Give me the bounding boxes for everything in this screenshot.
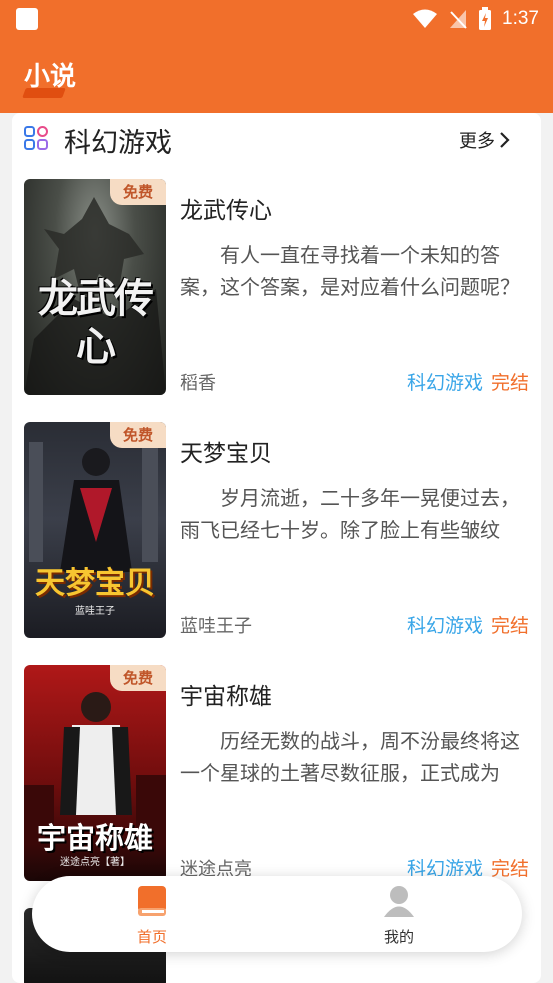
status-bar: 1:37 [412, 4, 539, 34]
status-tag: 完结 [490, 615, 529, 637]
free-badge: 免费 [110, 665, 166, 691]
category-grid-icon [24, 126, 48, 150]
book-description: 岁月流逝，二十多年一晃便过去，雨飞已经七十岁。除了脸上有些皱纹 [180, 486, 520, 542]
book-title: 天梦宝贝 [180, 441, 272, 467]
cover-title: 龙武传心 [38, 276, 154, 370]
nav-profile-label: 我的 [383, 928, 414, 946]
cover-subtitle: 迷途点亮【著】 [60, 857, 130, 868]
cover-title: 天梦宝贝 [35, 566, 155, 601]
section-title: 科幻游戏 [64, 128, 172, 159]
status-tag: 完结 [490, 372, 529, 394]
battery-charging-icon [479, 7, 492, 30]
notification-icon [16, 8, 38, 30]
nav-home-label: 首页 [136, 928, 167, 946]
book-list-card: 科幻游戏 更多 龙武传心 免费 龙武传心 有人一直在寻找着一个未知的答案，这个答… [12, 113, 541, 983]
book-description: 历经无数的战斗，周不汾最终将这一个星球的土著尽数征服，正式成为 [180, 729, 520, 785]
category-tag: 科幻游戏 [406, 372, 483, 394]
more-button[interactable]: 更多 [459, 127, 511, 153]
section-header: 科幻游戏 更多 [12, 113, 541, 165]
book-item[interactable]: 宇宙称雄 迷途点亮【著】 免费 宇宙称雄 历经无数的战斗，周不汾最终将这一个星球… [24, 665, 529, 883]
nav-home[interactable]: 首页 [112, 884, 192, 947]
book-author: 稻香 [180, 373, 216, 394]
nav-profile[interactable]: 我的 [359, 884, 439, 947]
book-cover: 宇宙称雄 迷途点亮【著】 免费 [24, 665, 166, 881]
book-icon [138, 886, 166, 916]
bottom-nav: 首页 我的 [32, 876, 522, 952]
more-label: 更多 [459, 131, 495, 152]
book-cover: 龙武传心 免费 [24, 179, 166, 395]
cover-subtitle: 蓝哇王子 [75, 606, 115, 617]
status-tag: 完结 [490, 858, 529, 880]
book-item[interactable]: 天梦宝贝 蓝哇王子 免费 天梦宝贝 岁月流逝，二十多年一晃便过去，雨飞已经七十岁… [24, 422, 529, 640]
book-cover: 天梦宝贝 蓝哇王子 免费 [24, 422, 166, 638]
chevron-right-icon [500, 132, 510, 148]
book-author: 蓝哇王子 [180, 616, 252, 637]
book-tags: 科幻游戏 完结 [407, 611, 529, 638]
book-title: 宇宙称雄 [180, 684, 272, 710]
book-description: 有人一直在寻找着一个未知的答案，这个答案，是对应着什么问题呢？ [180, 243, 520, 299]
book-item[interactable]: 龙武传心 免费 龙武传心 有人一直在寻找着一个未知的答案，这个答案，是对应着什么… [24, 179, 529, 397]
book-title: 龙武传心 [180, 198, 272, 224]
category-tag: 科幻游戏 [406, 615, 483, 637]
free-badge: 免费 [110, 422, 166, 448]
book-tags: 科幻游戏 完结 [407, 368, 529, 395]
free-badge: 免费 [110, 179, 166, 205]
page-title: 小说 [24, 62, 77, 92]
wifi-icon [413, 9, 438, 28]
person-icon [384, 886, 414, 917]
status-time: 1:37 [502, 8, 539, 29]
signal-off-icon [450, 10, 467, 29]
cover-title: 宇宙称雄 [36, 821, 153, 855]
app-bar: 1:37 小说 [0, 0, 553, 113]
